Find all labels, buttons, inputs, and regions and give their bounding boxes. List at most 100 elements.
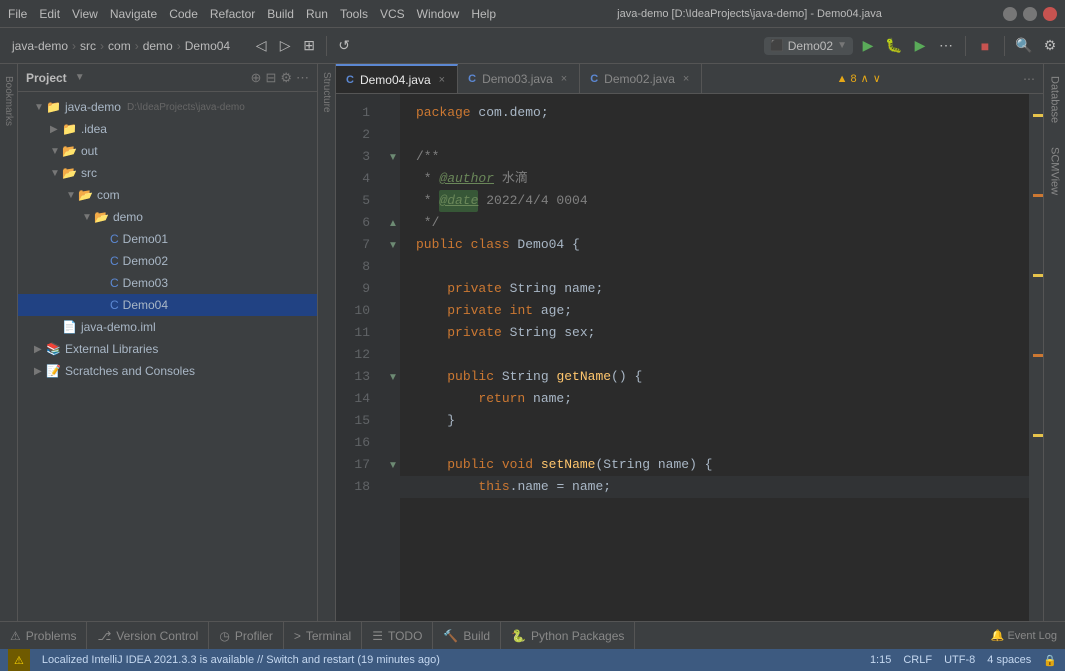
code-editor[interactable]: 1 2 3 4 5 6 7 8 9 10 11 12 13 14 15 16 1… (336, 94, 1043, 621)
undo-icon[interactable]: ↺ (333, 35, 355, 57)
settings-icon[interactable]: ⚙ (1039, 35, 1061, 57)
tab-close-icon[interactable]: × (559, 72, 569, 86)
tab-python-packages[interactable]: 🐍 Python Packages (501, 622, 635, 649)
collapse-all-icon[interactable]: ⊟ (265, 70, 276, 86)
tab-problems[interactable]: ⚠ Problems (0, 622, 87, 649)
scmview-tab[interactable]: SCMView (1045, 135, 1065, 207)
breadcrumb-class[interactable]: Demo04 (185, 39, 230, 53)
tab-more-button[interactable]: ⋯ (1015, 64, 1043, 93)
menu-build[interactable]: Build (267, 7, 294, 21)
main-area: Bookmarks Project ▼ ⊕ ⊟ ⚙ ⋯ ▼ 📁 java-dem… (0, 64, 1065, 621)
menu-window[interactable]: Window (417, 7, 460, 21)
code-line-6: */ (400, 212, 1029, 234)
gutter-mark-3 (1033, 274, 1043, 277)
tree-demo03[interactable]: C Demo03 (18, 272, 317, 294)
tab-label: Profiler (235, 629, 273, 643)
tree-demo02[interactable]: C Demo02 (18, 250, 317, 272)
tab-label: TODO (388, 629, 422, 643)
close-button[interactable] (1043, 7, 1057, 21)
fold-marker-13[interactable]: ▼ (386, 366, 400, 388)
project-tree[interactable]: ▼ 📁 java-demo D:\IdeaProjects\java-demo … (18, 92, 317, 621)
stop-button[interactable]: ■ (974, 35, 996, 57)
panel-more-icon[interactable]: ⋯ (296, 70, 309, 86)
fold-marker-3[interactable]: ▼ (386, 146, 400, 168)
tab-close-icon[interactable]: × (437, 73, 447, 87)
tree-ext-libs[interactable]: ▶ 📚 External Libraries (18, 338, 317, 360)
iml-icon: 📄 (62, 320, 77, 334)
menu-edit[interactable]: Edit (39, 7, 60, 21)
event-log-label[interactable]: 🔔 Event Log (991, 629, 1057, 642)
tree-scratches[interactable]: ▶ 📝 Scratches and Consoles (18, 360, 317, 382)
structure-panel[interactable]: Structure (318, 64, 336, 621)
locate-icon[interactable]: ⊕ (251, 70, 262, 86)
panel-header-icons: ⊕ ⊟ ⚙ ⋯ (251, 70, 309, 86)
more-run-options-icon[interactable]: ⋯ (935, 35, 957, 57)
breadcrumb-com[interactable]: com (108, 39, 131, 53)
scroll-up-icon[interactable]: ∧ (861, 72, 869, 85)
debug-button[interactable]: 🐛 (883, 35, 905, 57)
code-area[interactable]: package com.demo; /** * @author 水滴 * @da… (400, 94, 1029, 621)
tab-build[interactable]: 🔨 Build (433, 622, 501, 649)
indent-info[interactable]: 4 spaces (987, 654, 1031, 666)
tab-demo04[interactable]: C Demo04.java × (336, 64, 458, 93)
menu-refactor[interactable]: Refactor (210, 7, 255, 21)
maximize-button[interactable] (1023, 7, 1037, 21)
tab-todo[interactable]: ☰ TODO (362, 622, 433, 649)
tree-demo[interactable]: ▼ 📂 demo (18, 206, 317, 228)
menu-navigate[interactable]: Navigate (110, 7, 157, 21)
cursor-position[interactable]: 1:15 (870, 654, 891, 666)
minimize-button[interactable] (1003, 7, 1017, 21)
tree-com[interactable]: ▼ 📂 com (18, 184, 317, 206)
structure-label: Structure (321, 72, 332, 113)
fold-marker-6[interactable]: ▲ (386, 212, 400, 234)
tree-item-label: demo (113, 210, 143, 224)
scratch-icon: 📝 (46, 364, 61, 378)
run-button[interactable]: ▶ (857, 35, 879, 57)
breadcrumb-demo[interactable]: demo (143, 39, 173, 53)
menu-run[interactable]: Run (306, 7, 328, 21)
back-icon[interactable]: ◁ (250, 35, 272, 57)
title-bar-menu[interactable]: File Edit View Navigate Code Refactor Bu… (8, 7, 496, 21)
bookmarks-panel[interactable]: Bookmarks (0, 64, 18, 621)
scroll-down-icon[interactable]: ∨ (873, 72, 881, 85)
python-icon: 🐍 (511, 629, 526, 643)
menu-file[interactable]: File (8, 7, 27, 21)
search-everywhere-icon[interactable]: 🔍 (1013, 35, 1035, 57)
forward-icon[interactable]: ▷ (274, 35, 296, 57)
fold-marker-17[interactable]: ▼ (386, 454, 400, 476)
tree-iml[interactable]: 📄 java-demo.iml (18, 316, 317, 338)
tree-out[interactable]: ▼ 📂 out (18, 140, 317, 162)
tree-root[interactable]: ▼ 📁 java-demo D:\IdeaProjects\java-demo (18, 96, 317, 118)
tab-close-icon[interactable]: × (681, 72, 691, 86)
menu-help[interactable]: Help (471, 7, 496, 21)
tree-src[interactable]: ▼ 📂 src (18, 162, 317, 184)
menu-tools[interactable]: Tools (340, 7, 368, 21)
project-dropdown-icon[interactable]: ▼ (75, 72, 85, 83)
panel-settings-icon[interactable]: ⚙ (280, 70, 292, 86)
tab-demo02[interactable]: C Demo02.java × (580, 64, 702, 93)
tab-version-control[interactable]: ⎇ Version Control (87, 622, 209, 649)
tree-idea[interactable]: ▶ 📁 .idea (18, 118, 317, 140)
tab-demo03[interactable]: C Demo03.java × (458, 64, 580, 93)
error-gutter (1029, 94, 1043, 621)
lock-icon[interactable]: 🔒 (1043, 654, 1057, 667)
tree-demo01[interactable]: C Demo01 (18, 228, 317, 250)
notification-icon: 🔔 (991, 630, 1005, 642)
fold-marker-7[interactable]: ▼ (386, 234, 400, 256)
run-config[interactable]: ⬛ Demo02 ▼ (764, 37, 853, 55)
code-line-5: * @date 2022/4/4 0004 (400, 190, 1029, 212)
run-with-coverage-button[interactable]: ▶ (909, 35, 931, 57)
database-tab[interactable]: Database (1045, 64, 1065, 135)
tree-demo04[interactable]: C Demo04 (18, 294, 317, 316)
tab-terminal[interactable]: > Terminal (284, 622, 362, 649)
menu-code[interactable]: Code (169, 7, 198, 21)
tab-profiler[interactable]: ◷ Profiler (209, 622, 284, 649)
code-line-17: public void setName(String name) { (400, 454, 1029, 476)
menu-vcs[interactable]: VCS (380, 7, 405, 21)
recent-files-icon[interactable]: ⊞ (298, 35, 320, 57)
breadcrumb-project[interactable]: java-demo (12, 39, 68, 53)
encoding[interactable]: UTF-8 (944, 654, 975, 666)
line-ending[interactable]: CRLF (903, 654, 932, 666)
breadcrumb-src[interactable]: src (80, 39, 96, 53)
menu-view[interactable]: View (72, 7, 98, 21)
